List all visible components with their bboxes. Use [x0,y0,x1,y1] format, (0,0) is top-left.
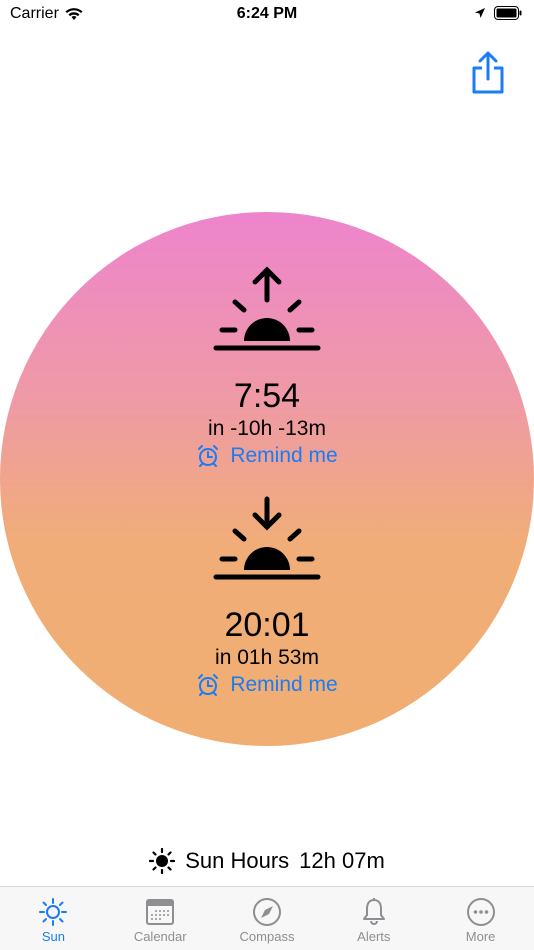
sun-icon [149,848,176,874]
sun-hours-value: 12h 07m [299,848,385,873]
tab-label: Calendar [133,929,187,944]
sunrise-block: 7:54 in -10h -13m Remind me [0,266,534,470]
sunrise-icon [213,266,321,351]
tab-calendar[interactable]: Calendar [107,887,214,950]
more-icon [466,898,495,926]
remind-label: Remind me [230,444,338,467]
clock: 6:24 PM [236,5,298,22]
tab-label: Compass [239,929,295,944]
tab-label: Sun [41,929,65,944]
sunset-icon [213,496,321,580]
sun-hours: Sun Hours 12h 07m [0,848,534,874]
sunset-remind-button[interactable]: Remind me [0,671,534,699]
tab-alerts[interactable]: Alerts [320,887,427,950]
share-button[interactable] [468,50,508,96]
sun-hours-label: Sun Hours [185,848,290,873]
battery-icon [494,6,522,20]
location-icon [475,8,485,18]
bell-icon [362,898,385,925]
sunset-countdown: in 01h 53m [215,646,319,669]
sunrise-countdown: in -10h -13m [208,417,326,440]
remind-label: Remind me [230,673,338,696]
compass-icon [252,898,281,926]
sun-icon [39,898,68,926]
alarm-clock-icon [198,445,219,467]
tab-compass[interactable]: Compass [214,887,321,950]
tab-label: Alerts [357,929,391,944]
sunrise-remind-button[interactable]: Remind me [0,442,534,470]
sunset-time: 20:01 [224,606,310,644]
sunrise-time: 7:54 [233,377,301,415]
tab-more[interactable]: More [427,887,534,950]
tab-sun[interactable]: Sun [0,887,107,950]
calendar-icon [146,899,175,925]
status-bar: Carrier 6:24 PM [0,0,534,30]
alarm-clock-icon [198,674,219,696]
sunset-block: 20:01 in 01h 53m Remind me [0,495,534,699]
tab-label: More [465,929,496,944]
tab-bar: Sun Calendar Compass Alerts More [0,886,534,950]
